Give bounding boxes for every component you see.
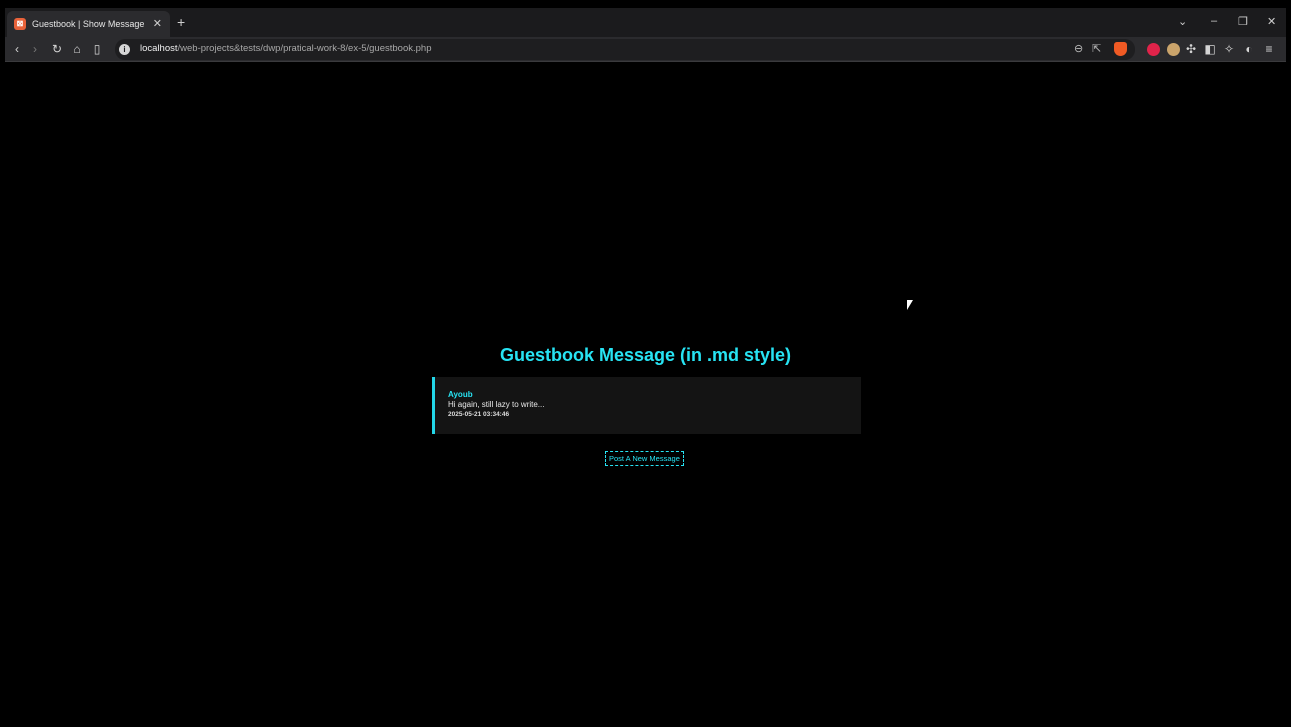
minimize-icon[interactable]: – [1211,15,1217,27]
mouse-cursor-icon [907,300,913,310]
tab-strip: ⊠ Guestbook | Show Message ✕ + ⌄ – ❐ ✕ [5,8,1286,37]
message-author: Ayoub [448,390,473,399]
page-title: Guestbook Message (in .md style) [499,345,792,365]
menu-icon[interactable]: ≡ [1261,41,1277,57]
page-content: Guestbook Message (in .md style) Ayoub H… [5,63,1286,727]
message-date: 2025-05-21 03:34:46 [448,411,510,418]
post-new-message-link[interactable]: Post A New Message [605,451,684,466]
close-window-icon[interactable]: ✕ [1267,15,1276,28]
extensions-puzzle-icon[interactable]: ✣ [1183,41,1199,57]
address-bar[interactable]: i localhost/web-projects&tests/dwp/prati… [115,39,1135,60]
share-icon[interactable]: ⇱ [1092,42,1101,55]
close-tab-icon[interactable]: ✕ [153,17,162,30]
reload-icon[interactable]: ↻ [49,41,65,57]
zoom-icon[interactable]: ⊖ [1074,42,1083,55]
new-tab-icon[interactable]: + [177,14,185,30]
active-tab[interactable]: ⊠ Guestbook | Show Message ✕ [7,11,170,37]
bookmark-icon[interactable]: ▯ [89,41,105,57]
back-icon[interactable]: ‹ [9,41,25,57]
restore-icon[interactable]: ❐ [1238,15,1248,28]
forward-icon[interactable]: › [27,41,43,57]
tab-search-chevron-icon[interactable]: ⌄ [1178,15,1187,28]
url-text: localhost/web-projects&tests/dwp/pratica… [140,43,432,54]
browser-toolbar: ‹ › ↻ ⌂ ▯ i localhost/web-projects&tests… [5,37,1286,62]
site-info-icon[interactable]: i [119,44,130,55]
wallet-icon[interactable]: ◐ [1241,41,1257,57]
home-icon[interactable]: ⌂ [69,41,85,57]
browser-window: ⊠ Guestbook | Show Message ✕ + ⌄ – ❐ ✕ ‹… [5,8,1286,727]
extension-record-icon[interactable] [1147,43,1160,56]
tab-title: Guestbook | Show Message [32,19,145,29]
leo-ai-icon[interactable]: ✧ [1221,41,1237,57]
sidebar-icon[interactable]: ◧ [1202,41,1218,57]
message-text: Hi again, still lazy to write... [448,400,545,409]
extension-cookie-icon[interactable] [1167,43,1180,56]
xampp-favicon-icon: ⊠ [14,18,26,30]
brave-shields-icon[interactable] [1114,42,1127,56]
guestbook-message-card: Ayoub Hi again, still lazy to write... 2… [432,377,861,434]
